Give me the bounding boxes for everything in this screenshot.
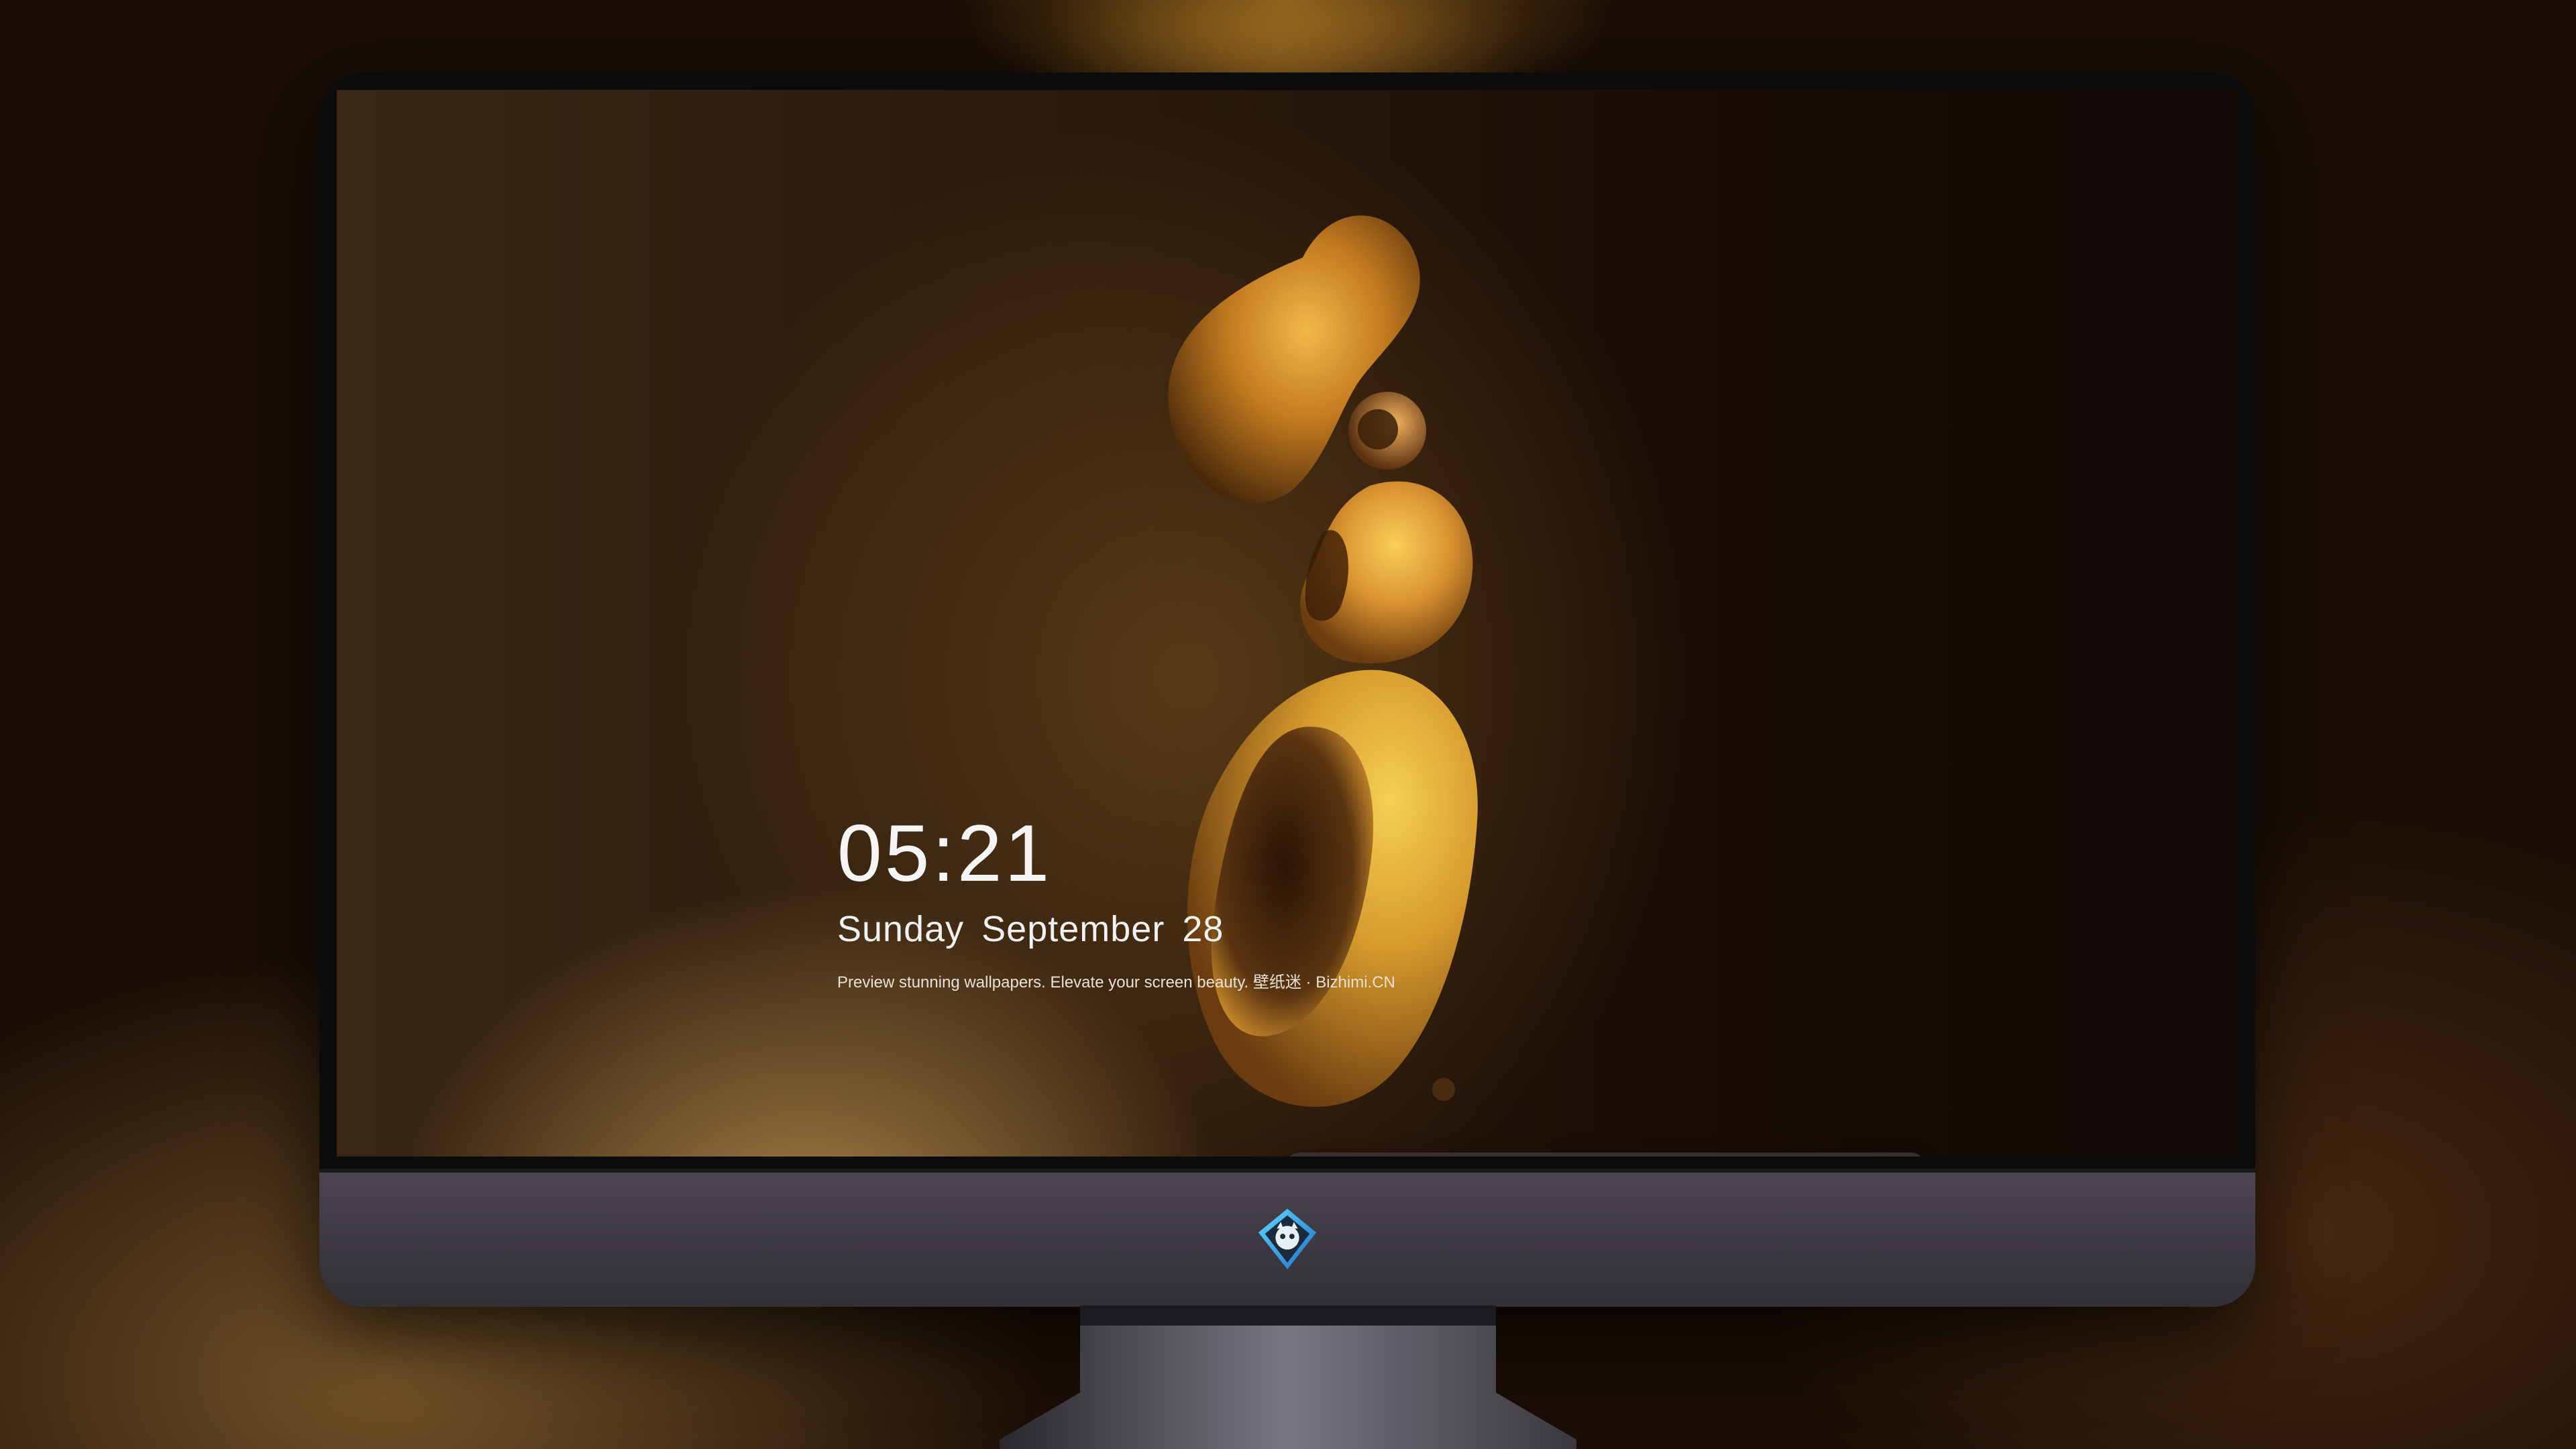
desktop-monitor: 05:21 Sunday September 28 Preview stunning… [319,72,2255,1307]
clock-time: 05:21 [837,808,1053,898]
clock-day: 28 [1182,909,1224,949]
monitor-chin [319,1169,2255,1307]
screen: 05:21 Sunday September 28 Preview stunning… [337,90,2238,1157]
clock-month: September [981,909,1165,949]
dock [1284,1152,1927,1157]
monitor-stand [1000,1305,1576,1449]
clock-weekday: Sunday [837,909,965,949]
clock-date: Sunday September 28 [837,908,1395,950]
brand-logo-icon [1258,1208,1317,1270]
lockscreen-clock: 05:21 Sunday September 28 Preview stunning… [837,813,1395,992]
wallpaper-tagline: Preview stunning wallpapers. Elevate you… [837,973,1395,991]
wallpaper-sculpture [1168,215,1478,1107]
